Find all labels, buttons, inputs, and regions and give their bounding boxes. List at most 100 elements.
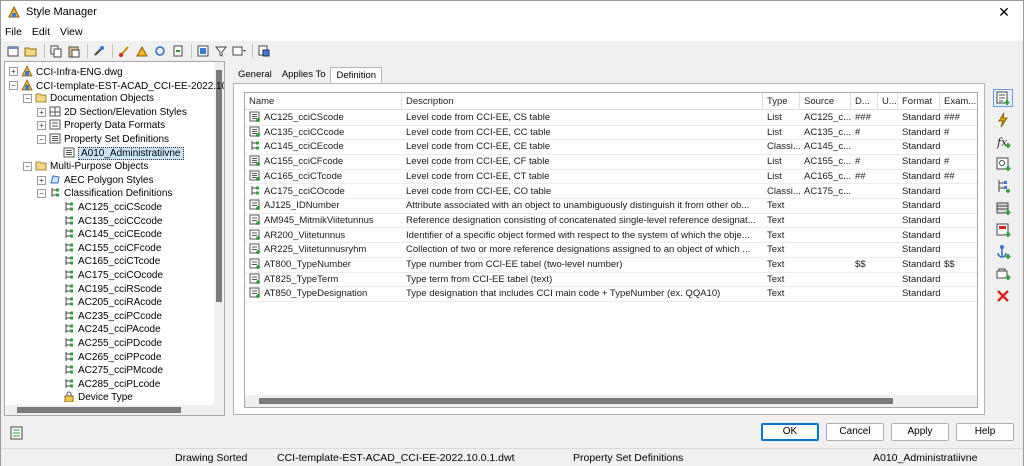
tree-item[interactable]: AC155_cciCFcode [63,242,161,255]
property-definitions-grid[interactable]: Name Description Type Source D... U... Format E… [244,92,978,408]
tree-item[interactable]: AC255_cciPDcode [63,337,162,350]
table-row[interactable]: AJ125_IDNumber Attribute associated with … [245,199,977,214]
tree-item[interactable]: Property Data Formats [49,119,165,132]
tree-item[interactable]: A010_Administratiivne [63,146,184,160]
add-graphic-property-icon[interactable] [993,221,1013,239]
tree-item[interactable]: AEC Polygon Styles [49,174,154,187]
ok-button[interactable]: OK [761,423,819,441]
tree-item[interactable]: AC135_cciCCcode [63,215,163,228]
tree-item[interactable]: CCI-template-EST-ACAD_CCI-EE-2022.10.0.1… [21,78,224,92]
tree-horizontal-scrollbar[interactable] [5,405,224,415]
tab-general[interactable]: General [233,67,277,83]
menu-view[interactable]: View [60,26,83,38]
copy-icon[interactable] [48,43,64,59]
table-row[interactable]: AT825_TypeTerm Type term from CCI-EE tabe… [245,273,977,288]
tree-item[interactable]: Multi-Purpose Objects [35,160,148,173]
new-icon[interactable] [5,43,21,59]
refresh-icon[interactable] [152,43,168,59]
table-row[interactable]: AT850_TypeDesignation Type designation th… [245,287,977,302]
add-property-icon[interactable] [993,89,1013,107]
tree-expander[interactable]: − [9,80,18,90]
edit-style-icon[interactable] [116,43,132,59]
tree-item[interactable]: AC205_cciRAcode [63,296,162,309]
tree-item[interactable]: AC235_cciPCcode [63,310,162,323]
toggle-view-icon[interactable] [195,43,211,59]
paste-icon[interactable] [66,43,82,59]
tree-item[interactable]: AC275_cciPMcode [63,364,163,377]
table-row[interactable]: AC175_cciCOcode Level code from CCI-EE, C… [245,185,977,199]
tree-vertical-scrollbar[interactable] [214,62,224,415]
column-header[interactable]: Name [245,93,402,110]
delete-property-icon[interactable] [993,287,1013,305]
filter-icon[interactable] [213,43,229,59]
tree-expander[interactable]: − [37,189,46,199]
add-classification-property-icon[interactable] [993,177,1013,195]
add-automatic-property-icon[interactable] [993,111,1013,129]
tree-item[interactable]: Device Type [63,391,133,404]
style-tree[interactable]: + CCI-Infra-ENG.dwg − CCI-template-EST-ACAD… [4,61,225,416]
tree-item[interactable]: AC125_cciCScode [63,201,162,214]
tree-item[interactable]: Classification Definitions [49,187,172,200]
table-row[interactable]: AR225_Viitetunnusryhm Collection of two o… [245,243,977,258]
tree-item[interactable]: Documentation Objects [35,92,154,105]
column-header[interactable]: Source [800,93,851,110]
table-row[interactable]: AC125_cciCScode Level code from CCI-EE, C… [245,111,977,126]
column-header[interactable]: Description [402,93,763,110]
table-row[interactable]: AR200_Viitetunnus Identifier of a specifi… [245,229,977,244]
column-header[interactable]: Exam... [940,93,977,110]
help-button[interactable]: Help [956,423,1014,441]
grid-horizontal-scrollbar[interactable] [245,395,977,407]
table-row[interactable]: AT800_TypeNumber Type number from CCI-EE … [245,258,977,273]
add-location-property-icon[interactable] [993,155,1013,173]
tree-item[interactable]: AC195_cciRScode [63,283,162,296]
add-anchor-property-icon[interactable] [993,243,1013,261]
tree-expander[interactable]: + [37,107,46,117]
apply-button[interactable]: Apply [891,423,949,441]
table-row[interactable]: AM945_MitmikViitetunnus Reference designa… [245,214,977,229]
table-cell [851,287,878,301]
column-header[interactable]: Type [763,93,800,110]
column-header[interactable]: Format [898,93,940,110]
inplace-edit-icon[interactable] [256,43,272,59]
menu-file[interactable]: File [5,26,22,38]
table-row[interactable]: AC165_cciCTcode Level code from CCI-EE, C… [245,170,977,185]
tree-item[interactable]: AC285_cciPLcode [63,378,160,391]
tree-expander[interactable]: − [23,162,32,172]
tree-item[interactable]: AC145_cciCEcode [63,228,162,241]
menu-edit[interactable]: Edit [32,26,50,38]
open-folder-icon[interactable] [23,43,39,59]
table-row[interactable]: AC155_cciCFcode Level code from CCI-EE, C… [245,155,977,170]
tree-item[interactable]: AC265_cciPPcode [63,351,161,364]
add-formula-property-icon[interactable]: fx [993,133,1013,151]
grid-horizontal-scroll-thumb[interactable] [259,398,893,404]
tab-applies-to[interactable]: Applies To [277,67,331,83]
column-header[interactable]: D... [851,93,878,110]
tab-definition[interactable]: Definition [330,67,383,83]
import-icon[interactable] [170,43,186,59]
tree-item[interactable]: AC245_cciPAcode [63,323,161,336]
cancel-button[interactable]: Cancel [826,423,884,441]
tree-item[interactable]: Property Set Definitions [49,133,169,146]
tree-expander[interactable]: + [37,121,46,131]
tree-item[interactable]: AC175_cciCOcode [63,269,163,282]
set-from-icon[interactable] [134,43,150,59]
tree-expander[interactable]: + [9,67,18,76]
add-project-property-icon[interactable] [993,265,1013,283]
tree-item[interactable]: AC165_cciCTcode [63,255,160,268]
view-options-icon[interactable] [231,43,247,59]
tree-item[interactable]: CCI-Infra-ENG.dwg [21,65,123,78]
tree-horizontal-scroll-thumb[interactable] [17,407,181,413]
tree-expander[interactable]: − [37,135,46,144]
tree-expander[interactable]: + [37,175,46,185]
close-icon[interactable]: ✕ [995,3,1013,21]
tree-item[interactable]: 2D Section/Elevation Styles [49,106,187,119]
table-row[interactable]: AC135_cciCCcode Level code from CCI-EE, C… [245,126,977,141]
purge-icon[interactable] [91,43,107,59]
column-header[interactable]: U... [878,93,898,110]
new-style-icon[interactable] [9,425,25,441]
tree-vertical-scroll-thumb[interactable] [216,70,222,302]
toolbar-separator [44,44,45,58]
add-material-property-icon[interactable] [993,199,1013,217]
table-row[interactable]: AC145_cciCEcode Level code from CCI-EE, C… [245,140,977,155]
tree-expander[interactable]: − [23,94,32,104]
